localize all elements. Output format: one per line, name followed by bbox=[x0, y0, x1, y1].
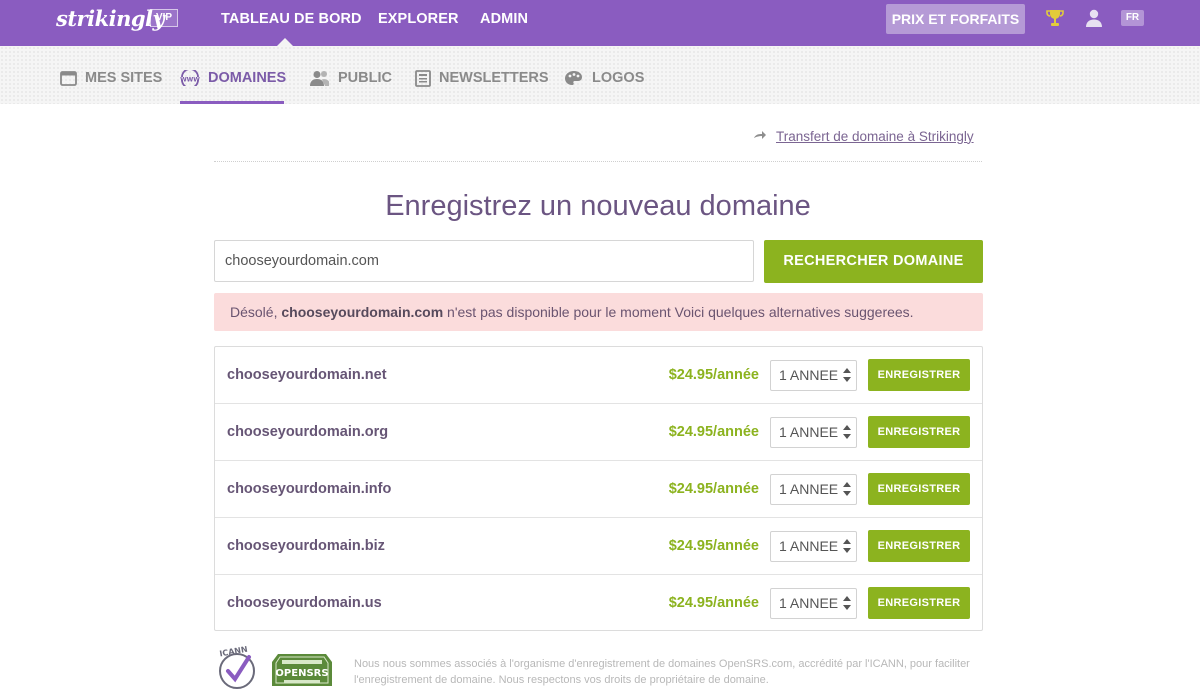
user-icon[interactable] bbox=[1084, 8, 1104, 28]
domain-price: $24.95/année bbox=[668, 538, 759, 554]
select-arrows-icon bbox=[843, 482, 851, 496]
subnav-public[interactable]: PUBLIC bbox=[310, 68, 392, 88]
period-select[interactable]: 1 ANNEE bbox=[770, 531, 857, 562]
opensrs-logo: OPENSRS bbox=[272, 654, 332, 686]
period-select[interactable]: 1 ANNEE bbox=[770, 474, 857, 505]
domain-result-row: chooseyourdomain.biz $24.95/année 1 ANNE… bbox=[215, 518, 982, 575]
register-button[interactable]: ENREGISTRER bbox=[868, 530, 970, 562]
select-arrows-icon bbox=[843, 539, 851, 553]
register-button[interactable]: ENREGISTRER bbox=[868, 473, 970, 505]
transfer-domain-text[interactable]: Transfert de domaine à Strikingly bbox=[776, 129, 974, 144]
select-arrows-icon bbox=[843, 596, 851, 610]
trophy-icon[interactable] bbox=[1045, 8, 1065, 28]
register-button[interactable]: ENREGISTRER bbox=[868, 587, 970, 619]
palette-icon bbox=[565, 71, 582, 85]
domain-name: chooseyourdomain.biz bbox=[227, 538, 385, 554]
icann-logo: ICANN bbox=[219, 645, 255, 689]
sub-navigation: MES SITES WWW DOMAINES PUBLIC NEWSLETTER… bbox=[0, 46, 1200, 104]
domain-price: $24.95/année bbox=[668, 424, 759, 440]
subnav-label: PUBLIC bbox=[338, 70, 392, 86]
domain-price: $24.95/année bbox=[668, 481, 759, 497]
unavailable-alert: Désolé, chooseyourdomain.com n'est pas d… bbox=[214, 293, 983, 331]
domain-result-row: chooseyourdomain.info $24.95/année 1 ANN… bbox=[215, 461, 982, 518]
active-nav-pointer bbox=[277, 38, 293, 46]
page-title: Enregistrez un nouveau domaine bbox=[385, 190, 811, 222]
search-domain-button[interactable]: RECHERCHER DOMAINE bbox=[764, 240, 983, 283]
domain-result-row: chooseyourdomain.org $24.95/année 1 ANNE… bbox=[215, 404, 982, 461]
pricing-button[interactable]: PRIX ET FORFAITS bbox=[886, 4, 1025, 34]
active-tab-underline bbox=[180, 101, 284, 104]
strikingly-logo[interactable]: strikingly bbox=[56, 6, 165, 31]
footer-note: Nous nous sommes associés à l'organisme … bbox=[354, 658, 970, 686]
alert-suffix: n'est pas disponible pour le moment Voic… bbox=[443, 304, 914, 320]
calendar-icon bbox=[60, 71, 77, 86]
subnav-label: DOMAINES bbox=[208, 70, 287, 86]
domain-price: $24.95/année bbox=[668, 595, 759, 611]
period-value: 1 ANNEE bbox=[779, 481, 839, 497]
nav-tableau-de-bord[interactable]: TABLEAU DE BORD bbox=[221, 11, 362, 27]
period-select[interactable]: 1 ANNEE bbox=[770, 588, 857, 619]
language-selector[interactable]: FR bbox=[1121, 10, 1144, 26]
domain-search-input[interactable]: chooseyourdomain.com bbox=[214, 240, 754, 282]
divider bbox=[214, 161, 982, 162]
users-icon bbox=[310, 71, 329, 86]
newsletter-icon bbox=[415, 69, 431, 87]
subnav-label: NEWSLETTERS bbox=[439, 70, 549, 86]
alert-prefix: Désolé, bbox=[230, 304, 282, 320]
select-arrows-icon bbox=[843, 368, 851, 382]
domain-results-list: chooseyourdomain.net $24.95/année 1 ANNE… bbox=[214, 346, 983, 631]
domain-name: chooseyourdomain.org bbox=[227, 424, 389, 440]
domain-result-row: chooseyourdomain.us $24.95/année 1 ANNEE… bbox=[215, 575, 982, 632]
subnav-logos[interactable]: LOGOS bbox=[564, 68, 644, 88]
transfer-domain-link[interactable]: Transfert de domaine à Strikingly bbox=[753, 126, 974, 146]
period-value: 1 ANNEE bbox=[779, 367, 839, 383]
register-button[interactable]: ENREGISTRER bbox=[868, 359, 970, 391]
period-value: 1 ANNEE bbox=[779, 424, 839, 440]
domain-name: chooseyourdomain.us bbox=[227, 595, 382, 611]
arrow-right-icon bbox=[754, 130, 766, 139]
domain-result-row: chooseyourdomain.net $24.95/année 1 ANNE… bbox=[215, 347, 982, 404]
select-arrows-icon bbox=[843, 425, 851, 439]
period-value: 1 ANNEE bbox=[779, 538, 839, 554]
period-select[interactable]: 1 ANNEE bbox=[770, 417, 857, 448]
svg-text:OPENSRS: OPENSRS bbox=[275, 668, 328, 679]
register-button[interactable]: ENREGISTRER bbox=[868, 416, 970, 448]
period-value: 1 ANNEE bbox=[779, 595, 839, 611]
domain-name: chooseyourdomain.info bbox=[227, 481, 392, 497]
alert-domain: chooseyourdomain.com bbox=[281, 304, 444, 320]
top-bar: strikingly VIP TABLEAU DE BORD EXPLORER … bbox=[0, 0, 1200, 46]
domain-price: $24.95/année bbox=[668, 367, 759, 383]
subnav-label: LOGOS bbox=[592, 70, 645, 86]
www-globe-icon: WWW bbox=[180, 70, 200, 86]
nav-admin[interactable]: ADMIN bbox=[480, 11, 528, 27]
subnav-mes-sites[interactable]: MES SITES bbox=[60, 68, 162, 88]
period-select[interactable]: 1 ANNEE bbox=[770, 360, 857, 391]
subnav-newsletters[interactable]: NEWSLETTERS bbox=[415, 68, 549, 88]
nav-explorer[interactable]: EXPLORER bbox=[378, 11, 459, 27]
domain-name: chooseyourdomain.net bbox=[227, 367, 387, 383]
vip-badge: VIP bbox=[150, 9, 178, 27]
subnav-domaines[interactable]: WWW DOMAINES bbox=[180, 68, 286, 88]
subnav-label: MES SITES bbox=[85, 70, 163, 86]
